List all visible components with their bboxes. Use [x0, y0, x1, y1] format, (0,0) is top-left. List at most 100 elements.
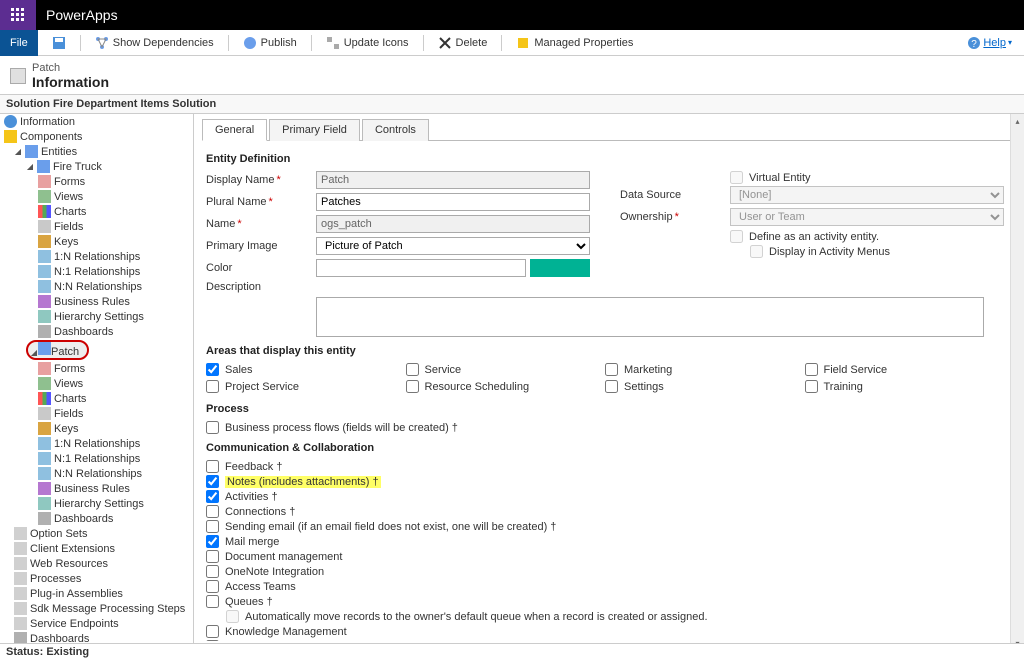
update-icons-icon — [326, 36, 340, 50]
area-resource-scheduling-checkbox[interactable] — [406, 380, 419, 393]
tree-sdk-steps[interactable]: Sdk Message Processing Steps — [0, 601, 193, 616]
activity-entity-label: Define as an activity entity. — [749, 231, 879, 243]
description-textarea[interactable] — [316, 297, 984, 337]
doc-mgmt-checkbox[interactable] — [206, 550, 219, 563]
feedback-checkbox[interactable] — [206, 460, 219, 473]
tree-patch-views[interactable]: Views — [0, 376, 193, 391]
tree-patch-1n-rel[interactable]: 1:N Relationships — [0, 436, 193, 451]
area-field-service-checkbox[interactable] — [805, 363, 818, 376]
queues-auto-label: Automatically move records to the owner'… — [245, 611, 708, 623]
tree-patch-n1-rel[interactable]: N:1 Relationships — [0, 451, 193, 466]
tree-patch-keys[interactable]: Keys — [0, 421, 193, 436]
plural-name-input[interactable] — [316, 193, 590, 211]
key-icon — [38, 422, 51, 435]
view-icon — [38, 190, 51, 203]
tab-general[interactable]: General — [202, 119, 267, 141]
tree-option-sets[interactable]: Option Sets — [0, 526, 193, 541]
tree-patch[interactable]: ◢Patch — [0, 339, 193, 361]
delete-button[interactable]: Delete — [434, 36, 492, 50]
tab-primary-field[interactable]: Primary Field — [269, 119, 360, 141]
separator — [80, 35, 81, 51]
tree-charts[interactable]: Charts — [0, 204, 193, 219]
solution-tree: Information Components ◢Entities ◢Fire T… — [0, 114, 194, 650]
tree-entities[interactable]: ◢Entities — [0, 144, 193, 159]
notes-checkbox[interactable] — [206, 475, 219, 488]
tree-components[interactable]: Components — [0, 129, 193, 144]
tree-client-extensions[interactable]: Client Extensions — [0, 541, 193, 556]
sla-label: Enable for SLA ( Fields will be created)… — [225, 641, 421, 642]
expand-icon[interactable]: ◢ — [30, 349, 38, 357]
area-training-checkbox[interactable] — [805, 380, 818, 393]
primary-image-label: Primary Image — [206, 240, 316, 252]
update-icons-button[interactable]: Update Icons — [322, 36, 413, 50]
area-sales-checkbox[interactable] — [206, 363, 219, 376]
tree-1n-rel[interactable]: 1:N Relationships — [0, 249, 193, 264]
tree-patch-nn-rel[interactable]: N:N Relationships — [0, 466, 193, 481]
virtual-entity-label: Virtual Entity — [749, 172, 811, 184]
access-teams-checkbox[interactable] — [206, 580, 219, 593]
mail-merge-checkbox[interactable] — [206, 535, 219, 548]
tree-patch-fields[interactable]: Fields — [0, 406, 193, 421]
tree-patch-forms[interactable]: Forms — [0, 361, 193, 376]
dashboard-icon — [38, 325, 51, 338]
knowledge-checkbox[interactable] — [206, 625, 219, 638]
tree-web-resources[interactable]: Web Resources — [0, 556, 193, 571]
area-settings-checkbox[interactable] — [605, 380, 618, 393]
expand-icon[interactable]: ◢ — [14, 148, 22, 156]
tree-forms[interactable]: Forms — [0, 174, 193, 189]
delete-label: Delete — [456, 37, 488, 49]
tree-biz-rules[interactable]: Business Rules — [0, 294, 193, 309]
managed-properties-button[interactable]: Managed Properties — [512, 36, 637, 50]
tree-views[interactable]: Views — [0, 189, 193, 204]
save-button[interactable] — [48, 36, 70, 50]
tree-fire-truck[interactable]: ◢Fire Truck — [0, 159, 193, 174]
area-marketing-checkbox[interactable] — [605, 363, 618, 376]
tree-patch-charts[interactable]: Charts — [0, 391, 193, 406]
tree-nn-rel[interactable]: N:N Relationships — [0, 279, 193, 294]
queues-checkbox[interactable] — [206, 595, 219, 608]
status-bar: Status: Existing — [0, 643, 1024, 660]
file-tab[interactable]: File — [0, 30, 38, 56]
tree-service-endpoints[interactable]: Service Endpoints — [0, 616, 193, 631]
tree-patch-biz-rules[interactable]: Business Rules — [0, 481, 193, 496]
onenote-checkbox[interactable] — [206, 565, 219, 578]
expand-icon[interactable]: ◢ — [26, 163, 34, 171]
area-project-service-checkbox[interactable] — [206, 380, 219, 393]
show-dependencies-button[interactable]: Show Dependencies — [91, 36, 218, 50]
tree-patch-dashboards[interactable]: Dashboards — [0, 511, 193, 526]
tree-fields[interactable]: Fields — [0, 219, 193, 234]
color-input[interactable] — [316, 259, 526, 277]
color-swatch[interactable] — [530, 259, 590, 277]
waffle-menu[interactable] — [0, 0, 36, 30]
relationship-icon — [38, 250, 51, 263]
optionset-icon — [14, 527, 27, 540]
area-service-checkbox[interactable] — [406, 363, 419, 376]
scrollbar[interactable]: ▴ ▾ — [1010, 114, 1024, 650]
display-name-input[interactable] — [316, 171, 590, 189]
tree-plugin-assemblies[interactable]: Plug-in Assemblies — [0, 586, 193, 601]
tree-n1-rel[interactable]: N:1 Relationships — [0, 264, 193, 279]
tree-keys[interactable]: Keys — [0, 234, 193, 249]
tab-controls[interactable]: Controls — [362, 119, 429, 141]
tree-information[interactable]: Information — [0, 114, 193, 129]
activities-checkbox[interactable] — [206, 490, 219, 503]
publish-button[interactable]: Publish — [239, 36, 301, 50]
bpf-checkbox[interactable] — [206, 421, 219, 434]
area-training-label: Training — [824, 381, 863, 393]
separator — [501, 35, 502, 51]
sending-email-checkbox[interactable] — [206, 520, 219, 533]
tree-patch-hierarchy[interactable]: Hierarchy Settings — [0, 496, 193, 511]
tree-processes[interactable]: Processes — [0, 571, 193, 586]
primary-image-select[interactable]: Picture of Patch — [316, 237, 590, 255]
ownership-select: User or Team — [730, 208, 1004, 226]
name-input[interactable] — [316, 215, 590, 233]
hierarchy-icon — [38, 497, 51, 510]
tree-dashboards[interactable]: Dashboards — [0, 324, 193, 339]
help-button[interactable]: ?Help▾ — [963, 36, 1016, 50]
connections-label: Connections † — [225, 506, 295, 518]
scroll-up-icon[interactable]: ▴ — [1011, 114, 1024, 128]
svg-text:?: ? — [972, 39, 978, 50]
connections-checkbox[interactable] — [206, 505, 219, 518]
sla-checkbox[interactable] — [206, 640, 219, 641]
tree-hierarchy[interactable]: Hierarchy Settings — [0, 309, 193, 324]
